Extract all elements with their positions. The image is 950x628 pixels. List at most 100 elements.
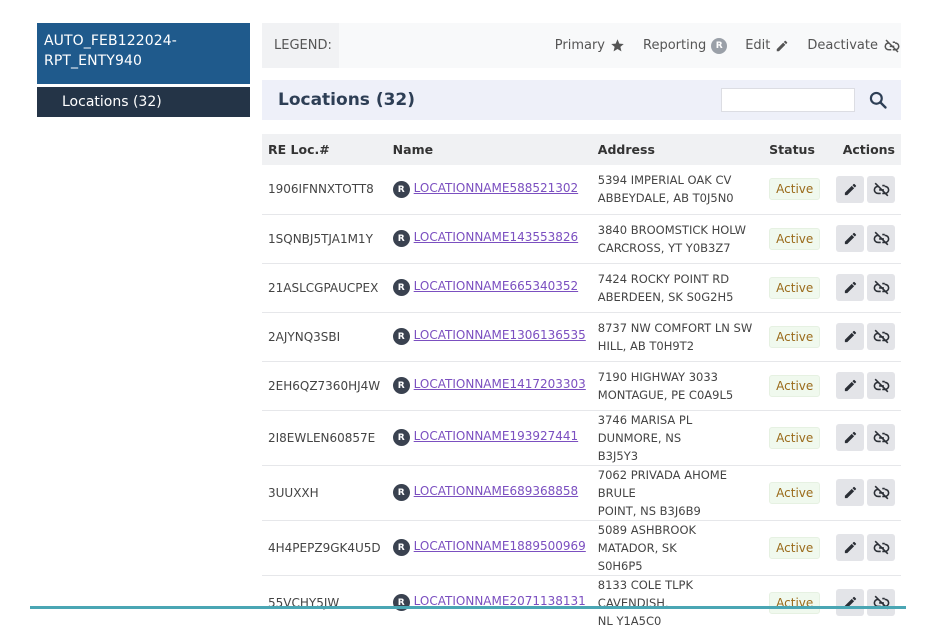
deactivate-button[interactable] [867, 589, 895, 616]
unlink-icon [873, 430, 889, 445]
edit-button[interactable] [836, 225, 864, 252]
address-line-2: NL Y1A5C0 [597, 613, 662, 628]
loc-number: 21ASLCGPAUCPEX [268, 280, 379, 295]
legend-item-deactivate: Deactivate [807, 38, 901, 54]
loc-number: 2AJYNQ3SBI [268, 329, 341, 344]
loc-number: 1SQNBJ5TJA1M1Y [268, 231, 373, 246]
location-name-link[interactable]: LOCATIONNAME1306136535 [414, 328, 586, 342]
unlink-icon [873, 540, 889, 555]
legend-bar: LEGEND: Primary Reporting R Edit Deactiv… [262, 23, 901, 68]
column-header-name[interactable]: Name [387, 134, 592, 165]
edit-button[interactable] [836, 479, 864, 506]
deactivate-button[interactable] [867, 225, 895, 252]
address-line-1: 7062 PRIVADA AHOME BRULE [597, 467, 727, 500]
pencil-icon [844, 183, 856, 195]
unlink-icon [873, 329, 889, 344]
status-badge: Active [769, 536, 821, 559]
unlink-icon [873, 182, 889, 197]
deactivate-button[interactable] [867, 479, 895, 506]
pencil-icon [775, 39, 789, 53]
search-input[interactable] [721, 88, 855, 112]
address-line-2: POINT, NS B3J6B9 [597, 503, 701, 518]
pencil-icon [844, 431, 856, 444]
sidebar-item-locations[interactable]: Locations (32) [37, 87, 250, 117]
status-badge: Active [769, 325, 821, 348]
sidebar: AUTO_FEB122024-RPT_ENTY940 Locations (32… [37, 23, 250, 117]
table-header-row: RE Loc.# Name Address Status Actions [262, 134, 901, 165]
search-icon [869, 91, 887, 109]
pencil-icon [844, 330, 856, 343]
reporting-badge-icon: R [392, 539, 410, 557]
address-line-2: S0H6P5 [597, 558, 643, 573]
loc-number: 2I8EWLEN60857E [268, 430, 376, 445]
edit-button[interactable] [836, 424, 864, 451]
loc-number: 1906IFNNXTOTT8 [268, 182, 374, 197]
table-row: 1906IFNNXTOTT8 R LOCATIONNAME588521302 53… [262, 165, 901, 214]
deactivate-button[interactable] [867, 323, 895, 350]
deactivate-button[interactable] [867, 534, 895, 561]
unlink-icon [873, 231, 889, 246]
edit-button[interactable] [836, 175, 864, 203]
table-row: 2I8EWLEN60857E R LOCATIONNAME193927441 37… [262, 410, 901, 465]
address-line-1: 5394 IMPERIAL OAK CV [597, 173, 732, 188]
address-line-2: B3J5Y3 [597, 448, 639, 463]
page-title: Locations (32) [278, 90, 416, 110]
location-name-link[interactable]: LOCATIONNAME1889500969 [414, 539, 586, 553]
table-row: 21ASLCGPAUCPEX R LOCATIONNAME665340352 74… [262, 263, 901, 312]
address-line-2: HILL, AB T0H9T2 [597, 338, 695, 353]
search-button[interactable] [865, 87, 891, 113]
deactivate-button[interactable] [867, 274, 895, 301]
loc-number: 3UUXXH [268, 485, 319, 500]
location-name-link[interactable]: LOCATIONNAME689368858 [414, 484, 578, 498]
table-row: 1SQNBJ5TJA1M1Y R LOCATIONNAME143553826 38… [262, 214, 901, 263]
status-badge: Active [769, 276, 821, 299]
pencil-icon [844, 281, 856, 294]
edit-button[interactable] [836, 534, 864, 561]
column-header-actions: Actions [842, 142, 895, 157]
legend-item-reporting: Reporting R [643, 37, 728, 54]
table-row: 3UUXXH R LOCATIONNAME689368858 7062 PRIVA… [262, 465, 901, 520]
legend-primary-label: Primary [554, 38, 606, 53]
edit-button[interactable] [836, 274, 864, 301]
address-line-2: CARCROSS, YT Y0B3Z7 [597, 240, 731, 255]
location-name-link[interactable]: LOCATIONNAME1417203303 [414, 377, 586, 391]
column-header-status[interactable]: Status [763, 134, 827, 165]
loc-number: 55VCHY5JW [268, 595, 340, 610]
reporting-badge-icon: R [392, 279, 410, 297]
table-row: 4H4PEPZ9GK4U5D R LOCATIONNAME1889500969 5… [262, 520, 901, 575]
legend-items: Primary Reporting R Edit Deactivate [339, 37, 901, 54]
reporting-badge-icon: R [392, 484, 410, 502]
edit-button[interactable] [836, 589, 864, 616]
deactivate-button[interactable] [867, 372, 895, 399]
address-line-1: 8737 NW COMFORT LN SW [597, 320, 753, 335]
address-line-2: ABBEYDALE, AB T0J5N0 [597, 191, 734, 206]
location-name-link[interactable]: LOCATIONNAME143553826 [414, 230, 578, 244]
location-name-link[interactable]: LOCATIONNAME665340352 [414, 279, 578, 293]
table-row: 2AJYNQ3SBI R LOCATIONNAME1306136535 8737 … [262, 312, 901, 361]
location-name-link[interactable]: LOCATIONNAME193927441 [414, 429, 578, 443]
legend-item-primary: Primary [555, 38, 625, 53]
main-content: LEGEND: Primary Reporting R Edit Deactiv… [262, 23, 901, 628]
status-badge: Active [769, 374, 821, 397]
legend-label: LEGEND: [262, 23, 339, 68]
star-icon [610, 38, 625, 53]
reporting-badge-icon: R [392, 181, 410, 198]
location-name-link[interactable]: LOCATIONNAME588521302 [414, 181, 578, 195]
legend-item-edit: Edit [745, 38, 789, 53]
reporting-badge-icon: R [392, 230, 410, 248]
deactivate-button[interactable] [867, 175, 895, 203]
reporting-badge-icon: R [392, 377, 410, 395]
status-badge: Active [769, 178, 821, 201]
pencil-icon [844, 379, 856, 392]
table-row: 2EH6QZ7360HJ4W R LOCATIONNAME1417203303 7… [262, 361, 901, 410]
address-line-1: 3746 MARISA PL DUNMORE, NS [597, 412, 693, 445]
column-header-address[interactable]: Address [592, 134, 763, 165]
table-row: 55VCHY5JW R LOCATIONNAME2071138131 8133 C… [262, 575, 901, 628]
column-header-loc[interactable]: RE Loc.# [262, 134, 387, 165]
status-badge: Active [769, 481, 821, 504]
edit-button[interactable] [836, 323, 864, 350]
edit-button[interactable] [836, 372, 864, 399]
reporting-badge-icon: R [711, 37, 728, 54]
reporting-badge-icon: R [392, 429, 410, 447]
deactivate-button[interactable] [867, 424, 895, 451]
